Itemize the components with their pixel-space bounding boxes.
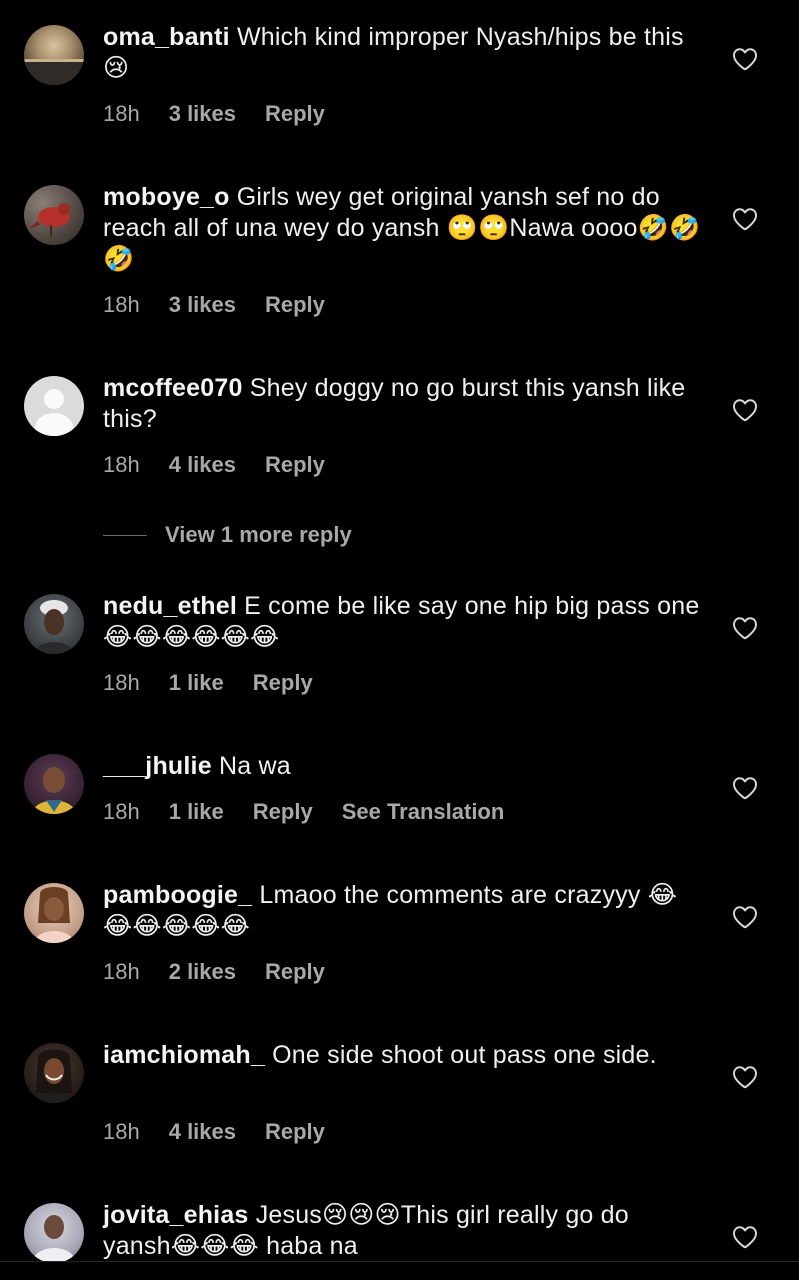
comment-likes[interactable]: 4 likes	[169, 452, 236, 478]
comment-time: 18h	[103, 292, 140, 317]
comment-text: pamboogie_ Lmaoo the comments are crazyy…	[103, 880, 703, 942]
view-more-replies-label[interactable]: View 1 more reply	[165, 522, 352, 548]
heart-icon[interactable]	[732, 776, 758, 800]
heart-icon[interactable]	[732, 905, 758, 929]
heart-icon[interactable]	[732, 1225, 758, 1249]
comment-likes[interactable]: 3 likes	[169, 292, 236, 318]
comment-username[interactable]: iamchiomah_	[103, 1041, 265, 1069]
comment-time: 18h	[103, 1119, 140, 1144]
comment-likes[interactable]: 2 likes	[169, 959, 236, 985]
comment-meta: 18h 4 likes Reply	[103, 1119, 354, 1145]
comment-time: 18h	[103, 959, 140, 984]
heart-icon[interactable]	[732, 1065, 758, 1089]
heart-icon[interactable]	[732, 207, 758, 231]
avatar-image	[34, 887, 74, 943]
avatar-image	[28, 203, 70, 237]
reply-button[interactable]: Reply	[265, 452, 325, 478]
heart-icon[interactable]	[732, 47, 758, 71]
comment-likes[interactable]: 3 likes	[169, 101, 236, 127]
comment-text: nedu_ethel E come be like say one hip bi…	[103, 591, 703, 653]
comment-body: Na wa	[218, 752, 291, 780]
comment-username[interactable]: oma_banti	[103, 23, 230, 51]
avatar[interactable]	[24, 185, 84, 245]
comment-username[interactable]: nedu_ethel	[103, 592, 237, 620]
comment-meta: 18h 3 likes Reply	[103, 101, 354, 127]
avatar-image	[34, 600, 74, 654]
comment-meta: 18h 1 like Reply	[103, 670, 342, 696]
bottom-bar	[0, 1261, 799, 1280]
default-profile-icon[interactable]	[24, 376, 84, 436]
comment-time: 18h	[103, 799, 140, 824]
comment-meta: 18h 1 like Reply See Translation	[103, 799, 533, 825]
avatar-image	[32, 1215, 76, 1263]
comment-username[interactable]: mcoffee070	[103, 374, 243, 402]
comment-username[interactable]: ___jhulie	[103, 752, 212, 780]
divider-line	[103, 534, 147, 536]
comment-likes[interactable]: 4 likes	[169, 1119, 236, 1145]
comment-body: One side shoot out pass one side.	[272, 1041, 657, 1069]
avatar[interactable]	[24, 1043, 84, 1103]
avatar-image	[34, 1049, 74, 1103]
comment-meta: 18h 3 likes Reply	[103, 292, 354, 318]
reply-button[interactable]: Reply	[265, 292, 325, 318]
avatar[interactable]	[24, 25, 84, 85]
avatar-image	[32, 767, 76, 814]
see-translation-button[interactable]: See Translation	[342, 799, 505, 825]
comment-time: 18h	[103, 670, 140, 695]
comment-meta: 18h 4 likes Reply	[103, 452, 354, 478]
comment-text: jovita_ehias Jesus😢😢😢This girl really go…	[103, 1200, 703, 1262]
comment-text: ___jhulie Na wa	[103, 751, 703, 782]
avatar[interactable]	[24, 594, 84, 654]
avatar-image	[24, 59, 84, 85]
comment-username[interactable]: moboye_o	[103, 183, 230, 211]
avatar[interactable]	[24, 754, 84, 814]
avatar[interactable]	[24, 1203, 84, 1263]
reply-button[interactable]: Reply	[265, 1119, 325, 1145]
heart-icon[interactable]	[732, 398, 758, 422]
comment-text: iamchiomah_ One side shoot out pass one …	[103, 1040, 703, 1071]
comment-time: 18h	[103, 101, 140, 126]
comment-text: mcoffee070 Shey doggy no go burst this y…	[103, 373, 703, 435]
heart-icon[interactable]	[732, 616, 758, 640]
view-more-replies[interactable]: View 1 more reply	[103, 520, 352, 550]
comment-text: oma_banti Which kind improper Nyash/hips…	[103, 22, 703, 84]
avatar[interactable]	[24, 883, 84, 943]
comment-likes[interactable]: 1 like	[169, 670, 224, 696]
reply-button[interactable]: Reply	[253, 799, 313, 825]
reply-button[interactable]: Reply	[265, 959, 325, 985]
comment-likes[interactable]: 1 like	[169, 799, 224, 825]
comment-text: moboye_o Girls wey get original yansh se…	[103, 182, 703, 275]
comment-username[interactable]: jovita_ehias	[103, 1201, 249, 1229]
comment-meta: 18h 2 likes Reply	[103, 959, 354, 985]
comment-username[interactable]: pamboogie_	[103, 881, 252, 909]
reply-button[interactable]: Reply	[265, 101, 325, 127]
comment-time: 18h	[103, 452, 140, 477]
reply-button[interactable]: Reply	[253, 670, 313, 696]
